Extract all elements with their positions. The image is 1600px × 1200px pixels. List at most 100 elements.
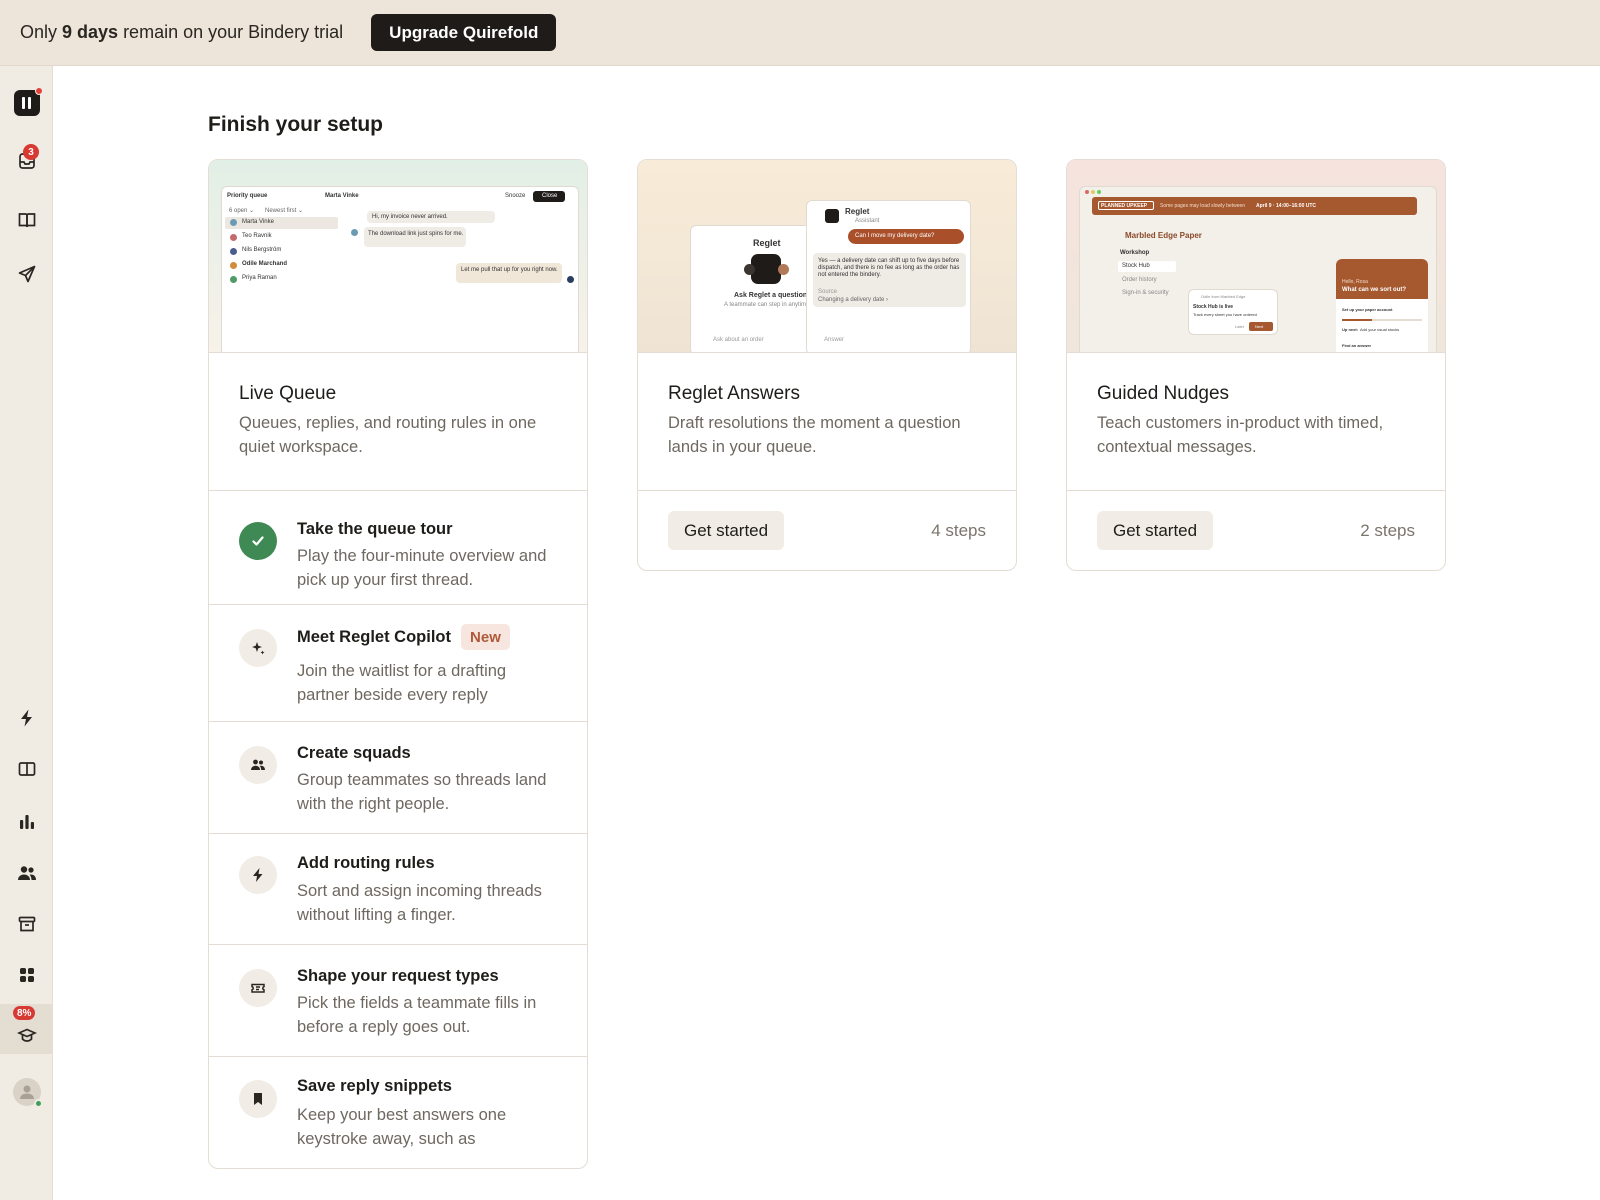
reglet-answers-preview: Reglet Ask Reglet a question A teammate … [638,160,1016,353]
mock-popup-next: Next [1255,324,1264,329]
sidebar-item-inbox[interactable]: 3 [0,139,53,183]
inbox-count-badge: 3 [23,144,39,160]
assistant-mockup: Reglet Assistant Can I move my delivery … [806,200,971,352]
lightning-icon [239,856,277,894]
live-queue-preview: Priority queue 6 open ⌄ Newest first ⌄ M… [209,160,587,353]
sidebar-item-apps[interactable] [0,953,53,997]
mock-open-filter: 6 open ⌄ [229,208,255,214]
logo-icon [13,87,43,116]
get-started-button[interactable]: Get started [668,511,785,550]
mock-notice: Some pages may load slowly between [1160,203,1246,209]
task-title: Save reply snippets [297,1077,452,1095]
graduation-cap-icon [16,1028,37,1042]
mock-popup-body: Track every sheet you have ordered [1193,312,1257,317]
guided-nudges-body: Guided Nudges Teach customers in-product… [1067,353,1445,491]
sidebar-item-archive[interactable] [0,902,53,946]
online-status-dot [33,1099,43,1108]
onboarding-progress-badge: 8% [13,1006,36,1020]
trial-banner: Only 9 days remain on your Bindery trial… [0,0,1600,66]
mock-assistant-label: Assistant [855,218,880,224]
card-description: Draft resolutions the moment a question … [668,414,961,456]
sidebar-item-knowledge[interactable] [0,198,53,242]
sidebar-item-articles[interactable] [0,747,53,791]
live-queue-body: Live Queue Queues, replies, and routing … [209,353,587,491]
task-description: Pick the fields a teammate fills in befo… [297,994,537,1036]
nudges-mockup: PLANNED UPKEEP Some pages may load slowl… [1079,186,1437,352]
mock-answer: Yes — a delivery date can shift up to fi… [818,258,960,278]
mock-setup: Set up your paper account [1342,307,1393,312]
task-description: Keep your best answers one keystroke awa… [297,1106,507,1148]
mock-ask: Ask Reglet a question [734,292,808,299]
mock-row-name: Priya Raman [242,275,277,281]
mock-contact-name: Marta Vinke [325,193,359,199]
card-reglet-answers: Reglet Ask Reglet a question A teammate … [637,159,1017,571]
check-icon [239,522,277,560]
page-title: Finish your setup [208,113,384,136]
sidebar-item-logo[interactable] [0,81,53,125]
sidebar-item-profile[interactable] [0,1070,53,1114]
mock-question: Can I move my delivery date? [855,233,935,239]
card-live-queue: Priority queue 6 open ⌄ Newest first ⌄ M… [208,159,588,1169]
steps-count: 2 steps [1360,520,1415,540]
mock-notice-time: April 9 · 14:00–16:00 UTC [1256,203,1317,209]
mock-brand: Reglet [845,207,870,216]
card-title: Reglet Answers [668,383,801,404]
book-open-icon [18,762,35,776]
mock-source: Changing a delivery date › [818,297,889,303]
task-queue-tour[interactable]: Take the queue tour Play the four-minute… [209,491,587,605]
task-create-squads[interactable]: Create squads Group teammates so threads… [209,722,587,834]
task-title: Shape your request types [297,967,499,985]
nudge-popup: Odile from Marbled Edge Stock Hub is liv… [1188,289,1278,335]
steps-count: 4 steps [931,520,986,540]
get-started-button[interactable]: Get started [1097,511,1214,550]
mock-popup-title: Stock Hub is live [1193,304,1234,310]
mock-nav-item: Sign-in & security [1122,290,1169,296]
mock-reply: Let me pull that up for you right now. [461,267,558,273]
queue-mockup: Priority queue 6 open ⌄ Newest first ⌄ M… [221,186,579,352]
grid-icon [19,968,34,982]
mock-message: Hi, my invoice never arrived. [372,214,448,220]
mock-nav-item: Stock Hub [1122,263,1150,269]
task-request-types[interactable]: Shape your request types Pick the fields… [209,945,587,1057]
sparkle-icon [239,629,277,667]
task-reply-snippets[interactable]: Save reply snippets Keep your best answe… [209,1057,587,1168]
card-description: Teach customers in-product with timed, c… [1097,414,1384,456]
task-description: Sort and assign incoming threads without… [297,882,542,924]
card-title: Guided Nudges [1097,383,1230,404]
mock-upnext-item: Add your usual stocks [1360,327,1400,332]
card-footer: Get started 4 steps [638,491,1016,570]
sidebar-item-reports[interactable] [0,800,53,844]
sidebar-item-outbound[interactable] [0,252,53,296]
card-guided-nudges: PLANNED UPKEEP Some pages may load slowl… [1066,159,1446,571]
mock-close: Close [542,193,558,199]
mock-queue-label: Priority queue [227,193,268,199]
mock-greet: Hello, Rosa [1342,279,1368,285]
mock-source-label: Source [818,289,838,295]
archive-icon [18,916,35,932]
mock-row-name: Odile Marchand [242,261,288,267]
task-title: Meet Reglet Copilot [297,627,452,646]
sidebar-item-contacts[interactable] [0,851,53,895]
task-meet-copilot[interactable]: Meet Reglet Copilot New Join the waitlis… [209,605,587,722]
mock-nav-item: Order history [1122,277,1157,283]
upgrade-button[interactable]: Upgrade Quirefold [371,14,557,51]
mock-message: The download link just spins for me. [368,231,464,237]
task-description: Join the waitlist for a drafting partner… [297,662,507,704]
people-icon [17,866,36,880]
mock-row-name: Teo Ravnik [242,233,272,239]
sidebar-item-onboarding[interactable]: 8% [0,1004,53,1054]
mock-row-name: Marta Vinke [242,219,274,225]
mock-popup-later: Later [1235,324,1245,329]
task-title-row: Meet Reglet Copilot New [297,624,510,650]
help-widget: Hello, Rosa What can we sort out? Set up… [1336,259,1428,352]
task-title: Take the queue tour [297,520,453,538]
card-title: Live Queue [239,383,337,404]
mock-upnext: Up next: [1342,327,1358,332]
mock-input: Ask about an order [713,337,764,343]
new-badge: New [461,624,510,650]
sidebar-item-automation[interactable] [0,696,53,740]
mock-sort-filter: Newest first ⌄ [265,208,304,214]
mock-sub: A teammate can step in anytime [724,302,810,308]
task-routing-rules[interactable]: Add routing rules Sort and assign incomi… [209,834,587,945]
book-icon [18,213,35,228]
